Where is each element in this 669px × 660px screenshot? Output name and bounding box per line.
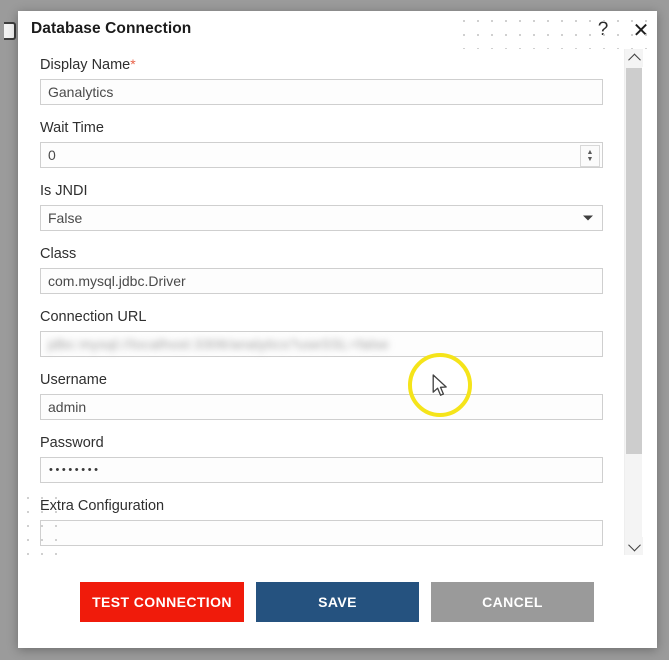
- input-value-wait-time: 0: [48, 147, 56, 163]
- field-label-display-name: Display Name*: [40, 55, 603, 74]
- field-label-connection-url: Connection URL: [40, 309, 147, 325]
- form-scrollbar[interactable]: [624, 49, 643, 555]
- input-display-name[interactable]: Ganalytics: [40, 79, 603, 105]
- input-value-connection-url: jdbc:mysql://localhost:3306/analytics?us…: [48, 336, 390, 352]
- database-connection-dialog: Database Connection ? ✕ Display Name* Ga…: [18, 11, 657, 648]
- chevron-up-icon[interactable]: [625, 49, 643, 67]
- input-username[interactable]: admin: [40, 394, 603, 420]
- input-class[interactable]: com.mysql.jdbc.Driver: [40, 268, 603, 294]
- field-connection-url: Connection URL jdbc:mysql://localhost:33…: [18, 308, 623, 357]
- cancel-button[interactable]: CANCEL: [431, 582, 594, 622]
- chevron-down-icon[interactable]: [583, 215, 593, 221]
- field-label-extra-configuration: Extra Configuration: [40, 498, 165, 514]
- input-value-class: com.mysql.jdbc.Driver: [48, 273, 186, 289]
- field-label-username: Username: [40, 372, 107, 388]
- field-class: Class com.mysql.jdbc.Driver: [18, 245, 623, 294]
- field-display-name: Display Name* Ganalytics: [18, 55, 623, 105]
- select-is-jndi[interactable]: False: [40, 205, 603, 231]
- input-password[interactable]: ••••••••: [40, 457, 603, 483]
- dialog-title: Database Connection: [31, 20, 192, 37]
- input-value-password: ••••••••: [49, 464, 101, 476]
- field-label-password: Password: [40, 435, 104, 451]
- form-scroll-area[interactable]: Display Name* Ganalytics Wait Time 0 ▲ ▼ …: [18, 49, 657, 555]
- field-label-class: Class: [40, 246, 77, 262]
- scrollbar-thumb[interactable]: [626, 68, 642, 454]
- input-wait-time[interactable]: 0 ▲ ▼: [40, 142, 603, 168]
- help-icon[interactable]: ?: [590, 17, 616, 43]
- input-extra-configuration[interactable]: [40, 520, 603, 546]
- background-partial-glyph: [4, 22, 16, 40]
- dialog-titlebar: Database Connection ? ✕: [18, 11, 657, 49]
- select-value-is-jndi: False: [48, 210, 83, 226]
- field-wait-time: Wait Time 0 ▲ ▼: [18, 119, 623, 168]
- test-connection-button[interactable]: TEST CONNECTION: [80, 582, 244, 622]
- dialog-footer: TEST CONNECTION SAVE CANCEL: [18, 555, 657, 648]
- required-asterisk: *: [130, 56, 136, 72]
- label-text: Display Name: [40, 57, 131, 73]
- close-icon[interactable]: ✕: [628, 17, 654, 43]
- form-fields-container: Display Name* Ganalytics Wait Time 0 ▲ ▼ …: [18, 49, 623, 555]
- number-stepper-icon[interactable]: ▲ ▼: [580, 145, 600, 167]
- field-extra-configuration: Extra Configuration: [18, 497, 623, 546]
- save-button[interactable]: SAVE: [256, 582, 419, 622]
- field-label-wait-time: Wait Time: [40, 120, 104, 136]
- input-value-username: admin: [48, 399, 87, 415]
- field-label-is-jndi: Is JNDI: [40, 183, 88, 199]
- input-connection-url[interactable]: jdbc:mysql://localhost:3306/analytics?us…: [40, 331, 603, 357]
- field-password: Password ••••••••: [18, 434, 623, 483]
- field-is-jndi: Is JNDI False: [18, 182, 623, 231]
- input-value-display-name: Ganalytics: [48, 84, 114, 100]
- field-username: Username admin: [18, 371, 623, 420]
- chevron-down-icon[interactable]: [625, 537, 643, 555]
